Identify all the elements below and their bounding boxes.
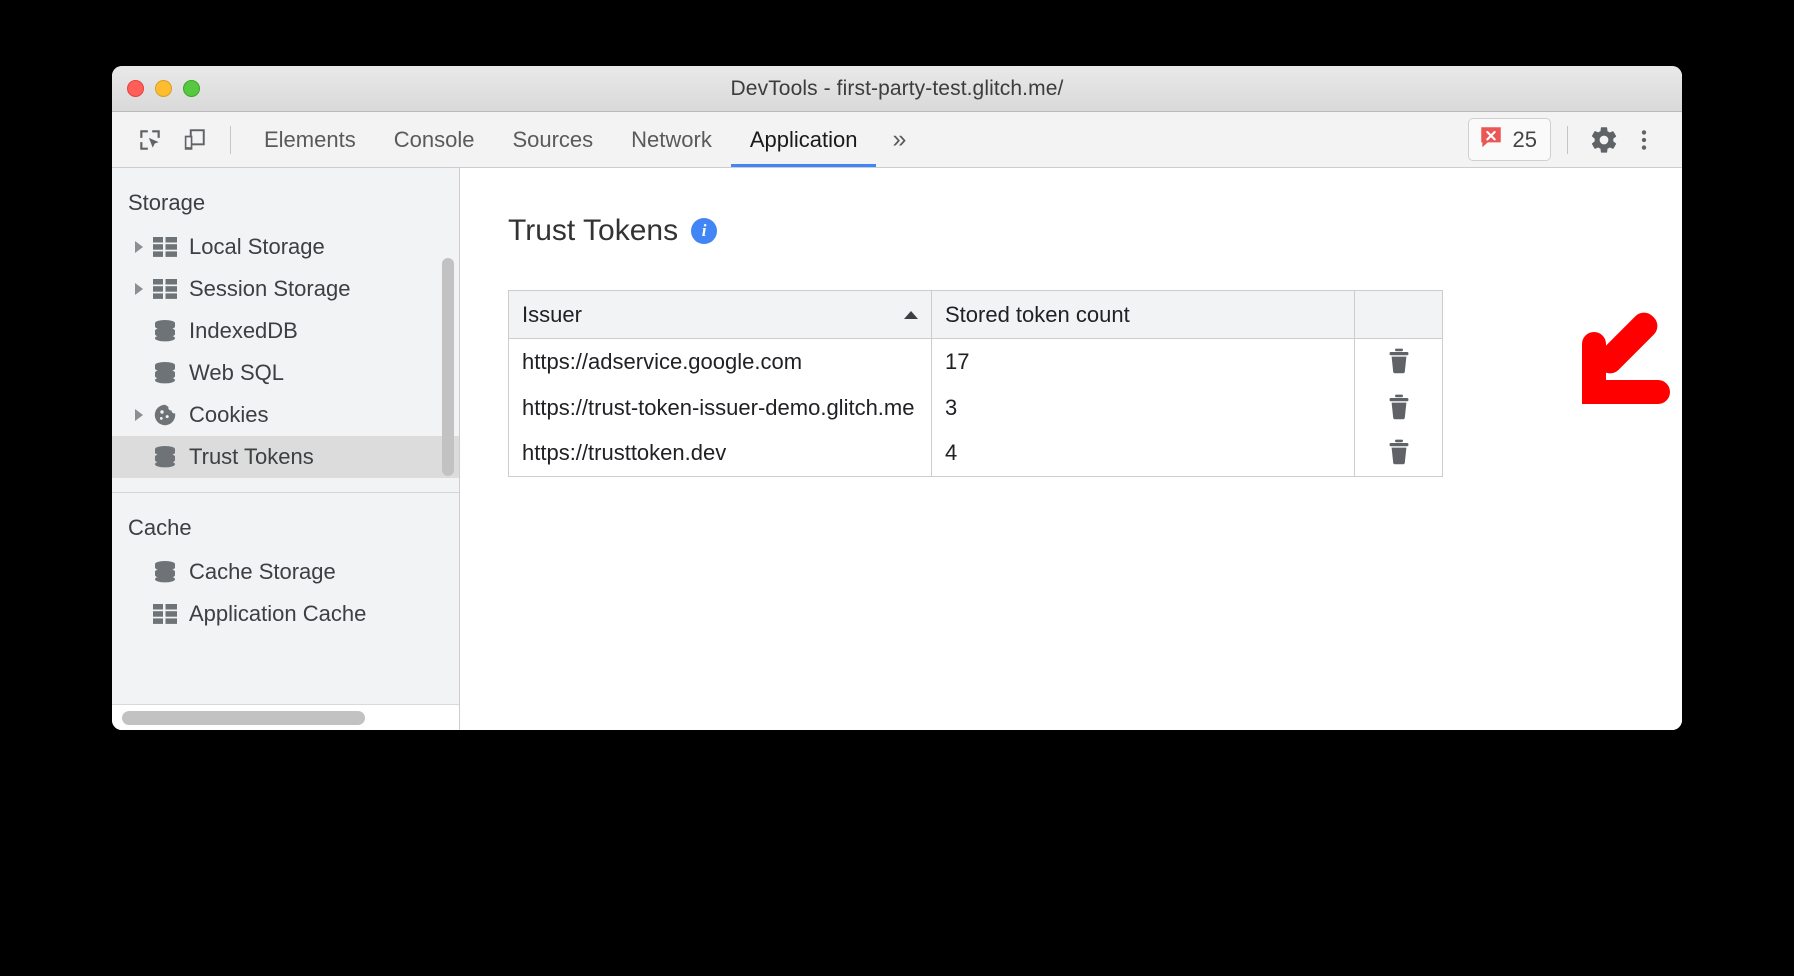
- sidebar-group-storage-title: Storage: [112, 184, 459, 226]
- storage-sidebar: Storage: [112, 168, 460, 730]
- table-row[interactable]: https://adservice.google.com 17: [509, 339, 1443, 385]
- database-icon: [150, 561, 180, 583]
- error-badge-icon: [1478, 124, 1504, 155]
- cell-token-count: 4: [932, 431, 1355, 477]
- table-header-row: Issuer Stored token count: [509, 291, 1443, 339]
- sidebar-item-label: Web SQL: [189, 360, 284, 386]
- sidebar-item-trust-tokens[interactable]: Trust Tokens: [112, 436, 459, 478]
- expand-caret-icon[interactable]: [128, 409, 150, 421]
- trust-tokens-table: Issuer Stored token count https://adserv…: [508, 290, 1443, 477]
- sidebar-item-cookies[interactable]: Cookies: [112, 394, 459, 436]
- sort-ascending-icon: [904, 311, 918, 319]
- expand-caret-icon[interactable]: [128, 241, 150, 253]
- info-icon[interactable]: i: [691, 218, 717, 244]
- sidebar-item-web-sql[interactable]: Web SQL: [112, 352, 459, 394]
- cell-delete: [1355, 339, 1443, 385]
- sidebar-item-indexeddb[interactable]: IndexedDB: [112, 310, 459, 352]
- tab-elements[interactable]: Elements: [245, 112, 375, 167]
- database-icon: [150, 362, 180, 384]
- error-count-badge[interactable]: 25: [1468, 118, 1551, 161]
- cookie-icon: [150, 403, 180, 427]
- sidebar-item-label: Cookies: [189, 402, 268, 428]
- database-icon: [150, 446, 180, 468]
- sidebar-group-cache-title: Cache: [112, 509, 459, 551]
- table-grid-icon: [150, 604, 180, 624]
- storage-tree: Storage: [112, 168, 459, 730]
- error-count-label: 25: [1513, 127, 1537, 153]
- cell-issuer: https://trust-token-issuer-demo.glitch.m…: [509, 385, 932, 431]
- sidebar-item-label: Session Storage: [189, 276, 350, 302]
- scrollbar-thumb[interactable]: [122, 711, 365, 725]
- table-row[interactable]: https://trusttoken.dev 4: [509, 431, 1443, 477]
- gear-icon[interactable]: [1584, 120, 1624, 160]
- sidebar-item-cache-storage[interactable]: Cache Storage: [112, 551, 459, 593]
- table-grid-icon: [150, 237, 180, 257]
- close-button[interactable]: [127, 80, 144, 97]
- window-title: DevTools - first-party-test.glitch.me/: [112, 77, 1682, 101]
- window-controls: [127, 80, 200, 97]
- sidebar-divider: [112, 492, 459, 493]
- minimize-button[interactable]: [155, 80, 172, 97]
- database-icon: [150, 320, 180, 342]
- trust-tokens-panel: Trust Tokens i Issuer Stored token count: [460, 168, 1682, 730]
- cell-issuer: https://adservice.google.com: [509, 339, 932, 385]
- column-header-stored-token-count[interactable]: Stored token count: [932, 291, 1355, 339]
- sidebar-item-label: IndexedDB: [189, 318, 298, 344]
- sidebar-item-session-storage[interactable]: Session Storage: [112, 268, 459, 310]
- panel-header: Trust Tokens i: [508, 214, 1682, 248]
- cell-delete: [1355, 431, 1443, 477]
- tab-sources[interactable]: Sources: [493, 112, 612, 167]
- more-tabs-icon[interactable]: »: [876, 112, 922, 167]
- column-header-issuer[interactable]: Issuer: [509, 291, 932, 339]
- screenshot-stage: DevTools - first-party-test.glitch.me/ E…: [0, 0, 1794, 976]
- toolbar-divider-right: [1567, 126, 1568, 154]
- cell-token-count: 17: [932, 339, 1355, 385]
- devtools-content: Storage: [112, 168, 1682, 730]
- cell-delete: [1355, 385, 1443, 431]
- page-title: Trust Tokens: [508, 214, 678, 248]
- sidebar-item-label: Cache Storage: [189, 559, 336, 585]
- window-titlebar: DevTools - first-party-test.glitch.me/: [112, 66, 1682, 112]
- sidebar-item-label: Trust Tokens: [189, 444, 314, 470]
- tab-network[interactable]: Network: [612, 112, 731, 167]
- trash-icon[interactable]: [1384, 344, 1414, 378]
- sidebar-item-label: Local Storage: [189, 234, 325, 260]
- device-toolbar-icon[interactable]: [172, 120, 216, 160]
- sidebar-item-label: Application Cache: [189, 601, 366, 627]
- table-header: Issuer Stored token count: [509, 291, 1443, 339]
- sidebar-item-application-cache[interactable]: Application Cache: [112, 593, 459, 635]
- sidebar-group-cache: Cache: [112, 509, 459, 635]
- sidebar-vertical-scrollbar[interactable]: [442, 258, 454, 476]
- kebab-menu-icon[interactable]: [1624, 120, 1664, 160]
- trash-icon[interactable]: [1384, 435, 1414, 469]
- table-body: https://adservice.google.com 17: [509, 339, 1443, 477]
- expand-caret-icon[interactable]: [128, 283, 150, 295]
- panel-tabs: Elements Console Sources Network Applica…: [245, 112, 922, 167]
- maximize-button[interactable]: [183, 80, 200, 97]
- toolbar-divider: [230, 126, 231, 154]
- tab-application[interactable]: Application: [731, 112, 877, 167]
- sidebar-item-local-storage[interactable]: Local Storage: [112, 226, 459, 268]
- sidebar-horizontal-scrollbar[interactable]: [112, 704, 459, 730]
- devtools-toolbar: Elements Console Sources Network Applica…: [112, 112, 1682, 168]
- column-header-delete: [1355, 291, 1443, 339]
- tab-console[interactable]: Console: [375, 112, 494, 167]
- table-grid-icon: [150, 279, 180, 299]
- toolbar-right-controls: 25: [1468, 118, 1682, 161]
- trash-icon[interactable]: [1384, 390, 1414, 424]
- table-row[interactable]: https://trust-token-issuer-demo.glitch.m…: [509, 385, 1443, 431]
- cell-token-count: 3: [932, 385, 1355, 431]
- column-header-label: Issuer: [522, 302, 582, 327]
- inspect-element-icon[interactable]: [128, 120, 172, 160]
- column-header-label: Stored token count: [945, 302, 1130, 327]
- cell-issuer: https://trusttoken.dev: [509, 431, 932, 477]
- devtools-window: DevTools - first-party-test.glitch.me/ E…: [112, 66, 1682, 730]
